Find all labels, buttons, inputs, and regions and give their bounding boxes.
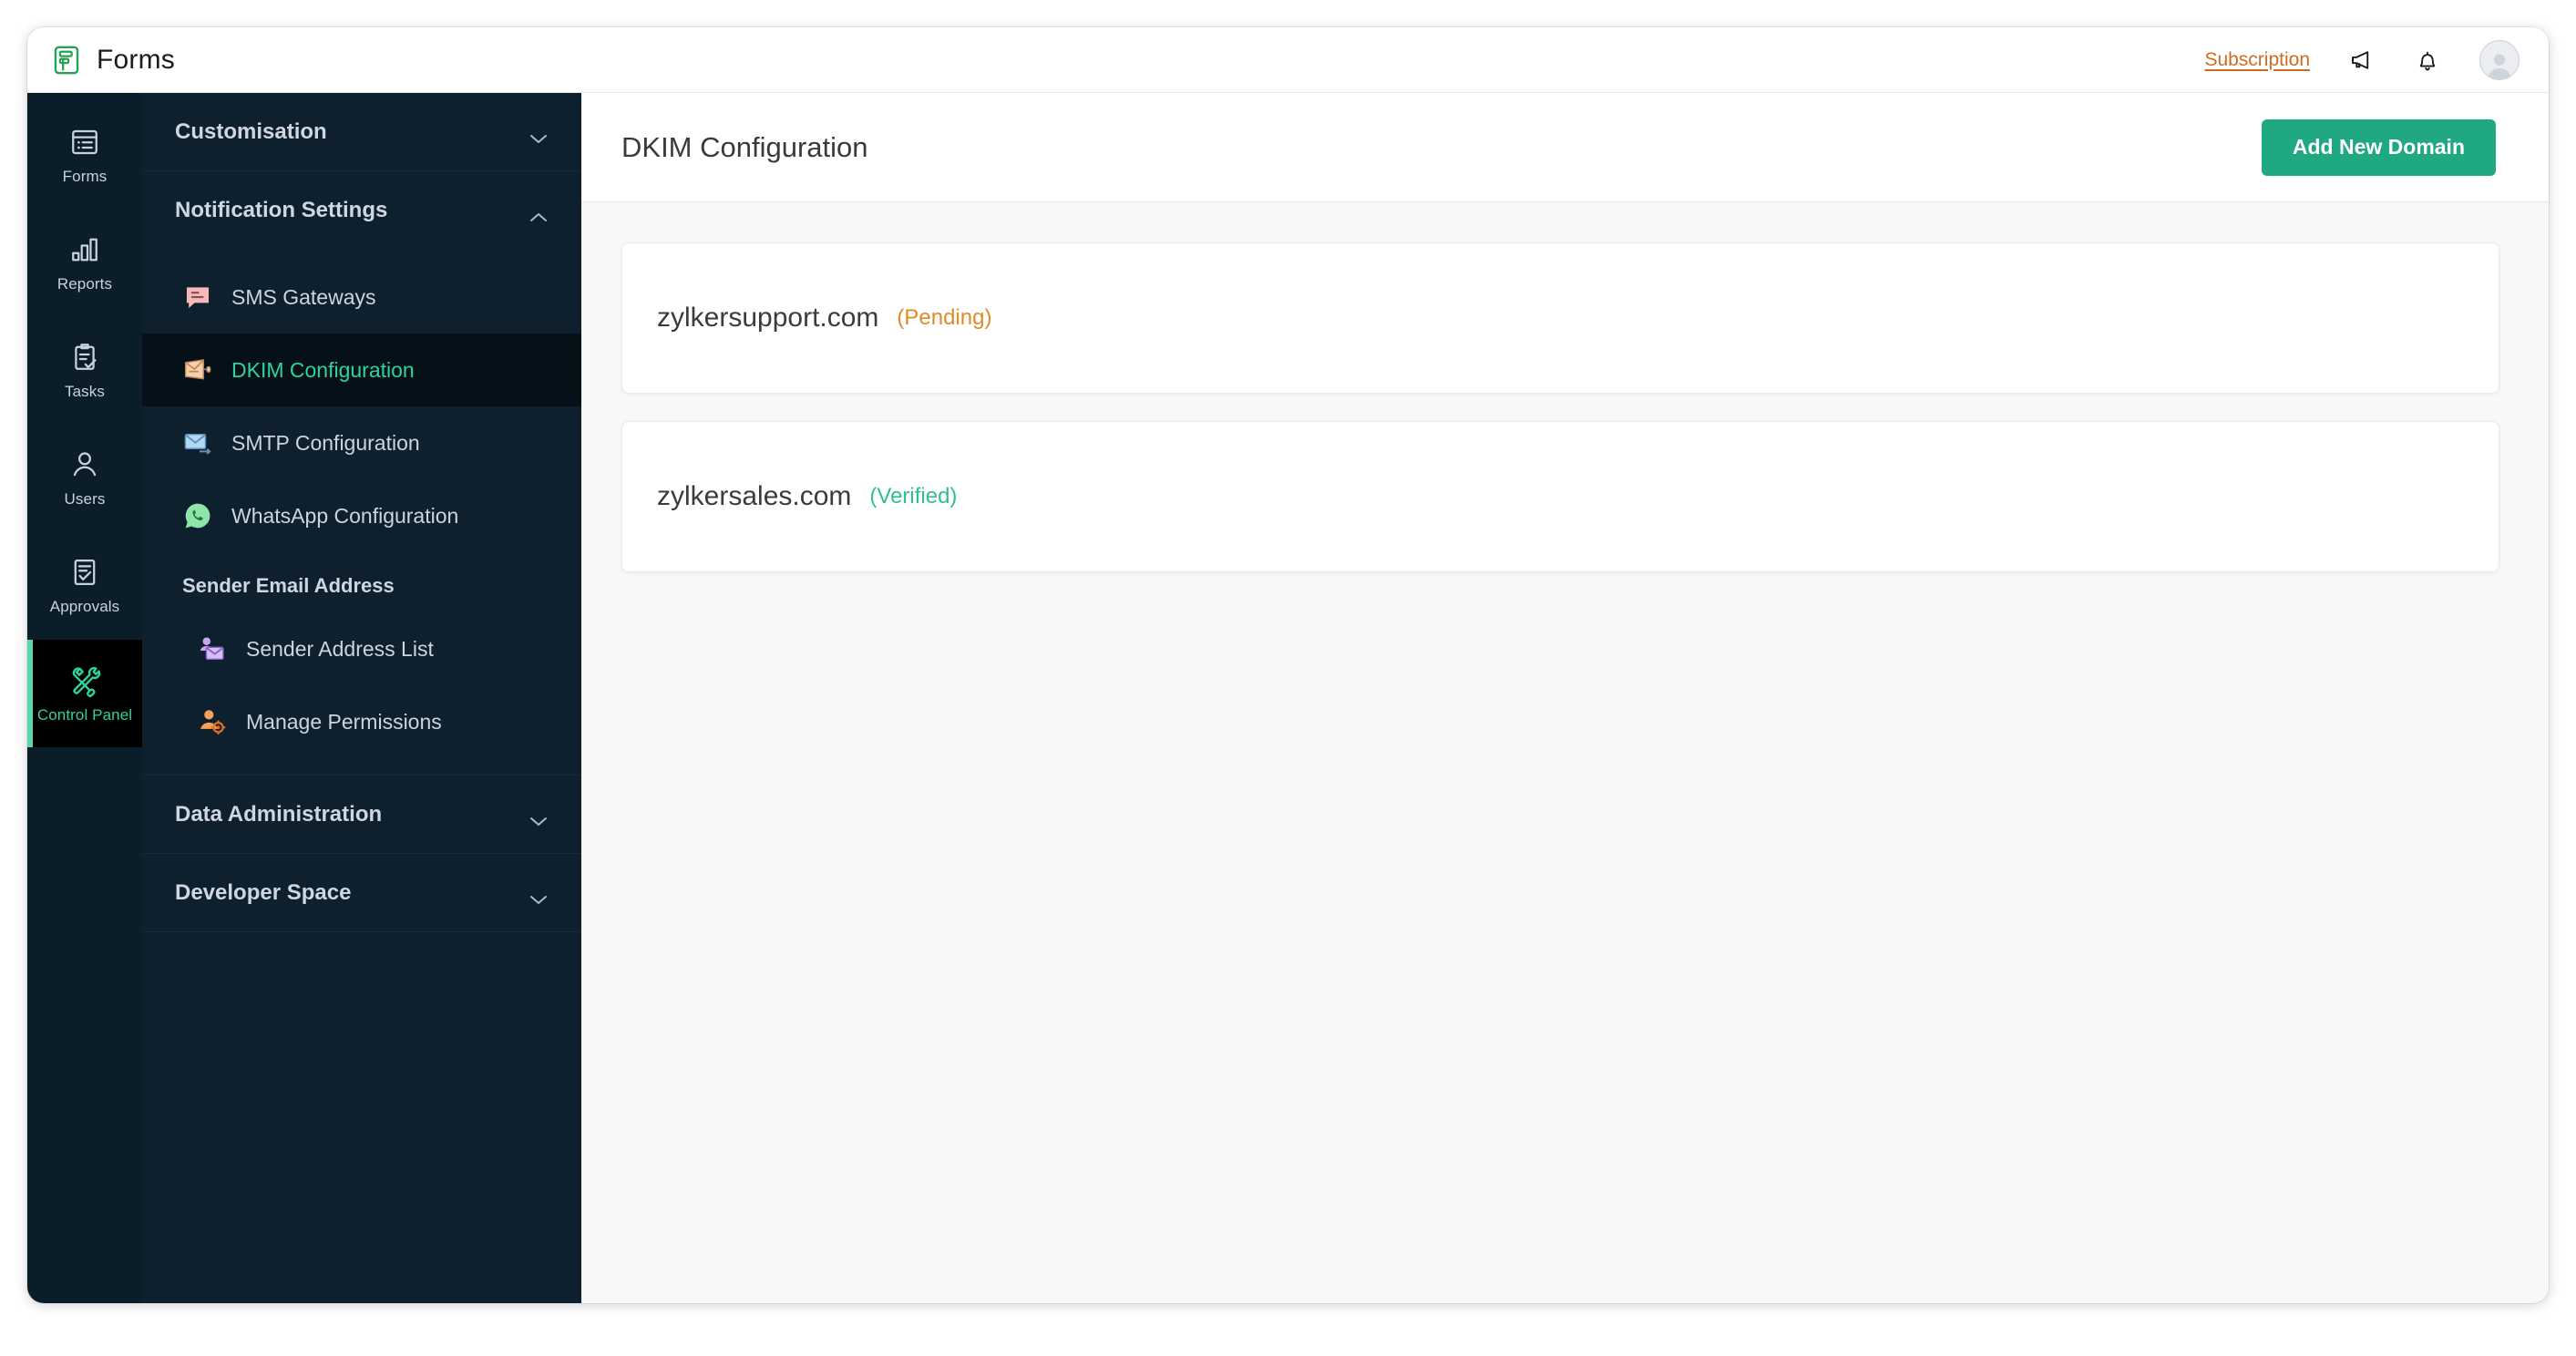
add-new-domain-button[interactable]: Add New Domain (2261, 118, 2496, 176)
sidebar-section-data-administration[interactable]: Data Administration (142, 776, 581, 854)
bell-icon[interactable] (2414, 46, 2441, 74)
approval-document-icon (68, 556, 101, 589)
sidebar-section-label-data-administration: Data Administration (175, 801, 383, 827)
rail-item-reports[interactable]: Reports (27, 210, 142, 317)
sidebar-section-label-developer-space: Developer Space (175, 879, 352, 905)
chevron-down-icon (529, 887, 549, 904)
sidebar-item-label-dkim-configuration: DKIM Configuration (231, 357, 415, 382)
sidebar-item-label-sms-gateways: SMS Gateways (231, 284, 376, 309)
main-header: DKIM Configuration Add New Domain (581, 93, 2549, 202)
user-icon (68, 448, 101, 481)
rail-label-users: Users (64, 490, 106, 508)
clipboard-check-icon (68, 341, 101, 374)
page-title: DKIM Configuration (621, 130, 868, 163)
megaphone-icon[interactable] (2348, 46, 2376, 74)
sidebar-section-label-customisation: Customisation (175, 118, 327, 144)
brand-name: Forms (97, 44, 175, 75)
whatsapp-icon (182, 500, 213, 531)
status-badge: (Pending) (897, 305, 992, 330)
rail-item-tasks[interactable]: Tasks (27, 317, 142, 425)
sidebar-item-whatsapp-configuration[interactable]: WhatsApp Configuration (142, 479, 581, 552)
sidebar-item-label-sender-address-list: Sender Address List (246, 636, 434, 661)
domain-card[interactable]: zylkersupport.com (Pending) (621, 242, 2499, 394)
sidebar-section-label-notification-settings: Notification Settings (175, 198, 388, 222)
domain-name: zylkersales.com (657, 481, 852, 511)
user-gear-icon (197, 706, 228, 737)
bar-chart-icon (68, 233, 101, 266)
rail-item-forms[interactable]: Forms (27, 102, 142, 210)
rail-item-approvals[interactable]: Approvals (27, 532, 142, 640)
settings-sidebar: Customisation Notification Settings SMS … (142, 93, 581, 1303)
rail-label-approvals: Approvals (49, 598, 120, 615)
rail-label-reports: Reports (56, 275, 113, 293)
top-bar-actions: Subscription (2204, 39, 2520, 80)
rail-item-users[interactable]: Users (27, 425, 142, 532)
domain-card[interactable]: zylkersales.com (Verified) (621, 421, 2499, 572)
brand[interactable]: Forms (51, 45, 175, 76)
primary-nav-rail: Forms Reports Tasks Users Approvals Cont… (27, 93, 142, 1303)
sidebar-item-manage-permissions[interactable]: Manage Permissions (142, 685, 581, 758)
domain-name: zylkersupport.com (657, 303, 879, 333)
subscription-link[interactable]: Subscription (2204, 49, 2310, 71)
sidebar-item-dkim-configuration[interactable]: DKIM Configuration (142, 334, 581, 406)
top-bar: Forms Subscription (27, 27, 2549, 93)
sidebar-item-label-smtp-configuration: SMTP Configuration (231, 430, 420, 455)
rail-label-control-panel: Control Panel (36, 706, 133, 724)
sidebar-item-sender-address-list[interactable]: Sender Address List (142, 612, 581, 685)
rail-label-forms: Forms (62, 168, 108, 185)
sidebar-item-label-manage-permissions: Manage Permissions (246, 709, 442, 734)
tools-icon (67, 663, 102, 697)
status-badge: (Verified) (869, 484, 958, 508)
sidebar-item-sms-gateways[interactable]: SMS Gateways (142, 261, 581, 334)
chevron-up-icon (529, 204, 549, 221)
forms-logo-icon (51, 45, 82, 76)
sms-bubble-icon (182, 282, 213, 313)
sidebar-subhead-sender-email-address: Sender Email Address (182, 574, 395, 597)
sidebar-item-smtp-configuration[interactable]: SMTP Configuration (142, 406, 581, 479)
body-row: Forms Reports Tasks Users Approvals Cont… (27, 93, 2549, 1303)
rail-label-tasks: Tasks (65, 383, 105, 400)
sidebar-item-label-whatsapp-configuration: WhatsApp Configuration (231, 503, 459, 528)
sidebar-section-notification-settings[interactable]: Notification Settings (142, 171, 581, 250)
sidebar-notification-items: SMS Gateways DKIM Configuration SMTP Con… (142, 250, 581, 776)
main-content: DKIM Configuration Add New Domain zylker… (581, 93, 2549, 1303)
avatar[interactable] (2479, 39, 2520, 80)
user-envelope-icon (197, 633, 228, 664)
domain-list: zylkersupport.com (Pending) zylkersales.… (581, 202, 2549, 1303)
envelope-send-icon (182, 427, 213, 458)
chevron-down-icon (529, 126, 549, 143)
sidebar-section-developer-space[interactable]: Developer Space (142, 854, 581, 932)
envelope-key-icon (182, 354, 213, 385)
app-window: Forms Subscription Forms Reports Tasks U… (27, 27, 2549, 1303)
sidebar-section-customisation[interactable]: Customisation (142, 93, 581, 171)
rail-item-control-panel[interactable]: Control Panel (27, 640, 142, 747)
chevron-down-icon (529, 808, 549, 826)
user-avatar-icon (2488, 53, 2511, 79)
forms-icon (68, 126, 101, 159)
